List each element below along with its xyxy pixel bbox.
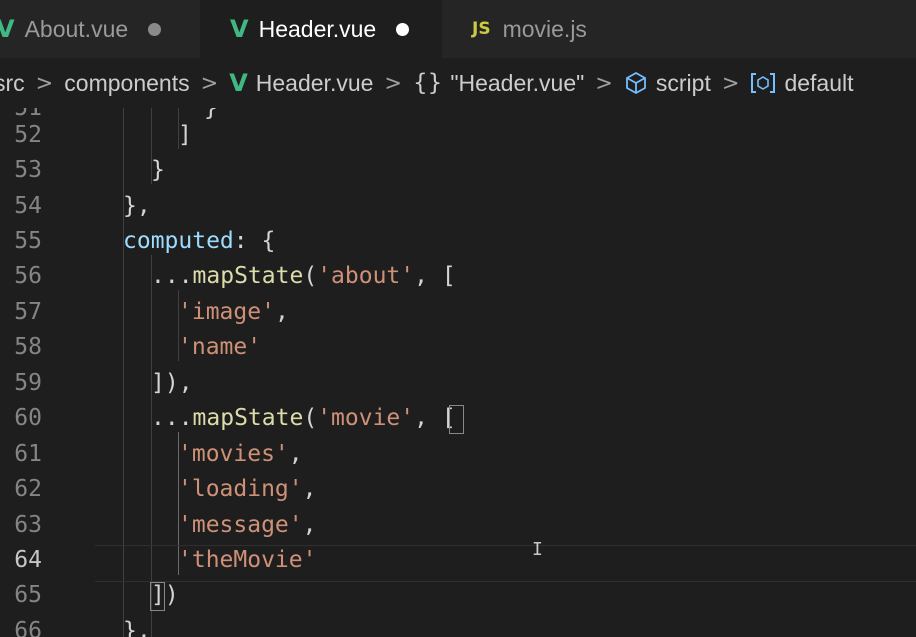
code-text: ]), xyxy=(151,370,193,396)
line-number: 52 xyxy=(14,122,42,148)
breadcrumb-item-src[interactable]: src xyxy=(0,70,25,97)
code-text: ...mapState('movie', [ xyxy=(151,405,456,431)
line-number: 64 xyxy=(14,547,42,573)
code-text: 'name' xyxy=(178,334,262,360)
code-line: 54 }, xyxy=(0,189,916,224)
code-line: 63 'message', xyxy=(0,508,916,543)
code-text: computed: { xyxy=(123,228,276,254)
code-line: 66 }, xyxy=(0,614,916,637)
vue-icon: V xyxy=(229,69,248,97)
tab-header-vue[interactable]: V Header.vue xyxy=(200,0,442,58)
line-number: 53 xyxy=(14,157,42,183)
variable-icon xyxy=(751,73,776,93)
line-number: 61 xyxy=(14,441,42,467)
code-text: ] xyxy=(178,122,192,148)
code-line: 61 'movies', xyxy=(0,437,916,472)
code-text: 'loading', xyxy=(178,476,317,502)
vue-icon: V xyxy=(0,15,15,43)
breadcrumb-label: default xyxy=(784,69,854,96)
chevron-right-icon: > xyxy=(384,71,403,95)
breadcrumb-label: Header.vue xyxy=(255,69,374,96)
chevron-right-icon: > xyxy=(595,71,613,95)
code-text: 'image', xyxy=(178,299,289,325)
code-line: 52 ] xyxy=(0,118,916,153)
breadcrumb-label: "Header.vue" xyxy=(450,69,585,96)
code-text: 'theMovie' xyxy=(178,547,317,573)
line-number: 66 xyxy=(14,618,42,637)
line-number: 58 xyxy=(14,334,42,360)
code-line: 55 computed: { xyxy=(0,224,916,259)
breadcrumb-label: components xyxy=(64,69,190,96)
bracket-match-highlight xyxy=(150,582,165,611)
bracket-match-highlight xyxy=(449,405,464,434)
breadcrumb-item-default[interactable]: default xyxy=(750,69,854,97)
modified-dot-icon[interactable] xyxy=(396,22,410,36)
js-icon: JS xyxy=(472,19,491,39)
code-line: 56 ...mapState('about', [ xyxy=(0,259,916,294)
tab-label: About.vue xyxy=(24,15,129,42)
code-line: 57 'image', xyxy=(0,295,916,330)
code-editor[interactable]: 51 } 52 ] 53 } 54 }, 55 computed: { 56 .… xyxy=(0,108,916,637)
line-number: 54 xyxy=(14,193,42,219)
tab-about-vue[interactable]: V About.vue xyxy=(0,0,200,58)
breadcrumb: src > components > V Header.vue > {} "He… xyxy=(0,58,916,108)
breadcrumb-item-module[interactable]: {} "Header.vue" xyxy=(413,70,584,97)
breadcrumb-item-script[interactable]: script xyxy=(624,70,711,97)
code-text: }, xyxy=(123,618,151,637)
line-number: 57 xyxy=(14,299,42,325)
code-line: 62 'loading', xyxy=(0,472,916,507)
line-number: 63 xyxy=(14,512,42,538)
code-line: 59 ]), xyxy=(0,366,916,401)
vue-icon: V xyxy=(230,15,249,43)
code-text: 'movies', xyxy=(178,441,303,467)
breadcrumb-item-file[interactable]: V Header.vue xyxy=(229,69,373,97)
line-number: 55 xyxy=(14,228,42,254)
code-line-current: 64 'theMovie' xyxy=(0,543,916,578)
tab-movie-js[interactable]: JS movie.js xyxy=(442,0,680,58)
line-number: 56 xyxy=(14,263,42,289)
breadcrumb-item-components[interactable]: components xyxy=(64,70,189,97)
chevron-right-icon: > xyxy=(721,71,740,95)
code-text: }, xyxy=(123,193,151,219)
breadcrumb-label: script xyxy=(655,69,711,96)
breadcrumb-label: src xyxy=(0,69,25,96)
line-number: 65 xyxy=(14,582,42,608)
line-number: 59 xyxy=(14,370,42,396)
braces-icon: {} xyxy=(413,70,443,96)
tab-label: Header.vue xyxy=(258,15,377,42)
code-text: 'message', xyxy=(178,512,317,538)
modified-dot-icon[interactable] xyxy=(148,22,162,36)
cube-icon xyxy=(625,71,646,95)
code-line: 58 'name' xyxy=(0,330,916,365)
code-text: } xyxy=(151,157,165,183)
line-number: 60 xyxy=(14,405,42,431)
tab-bar: V About.vue V Header.vue JS movie.js xyxy=(0,0,916,58)
text-cursor-icon: Ι xyxy=(532,539,543,560)
code-text: ...mapState('about', [ xyxy=(151,263,456,289)
line-number: 62 xyxy=(14,476,42,502)
chevron-right-icon: > xyxy=(200,71,219,95)
tab-label: movie.js xyxy=(502,15,587,42)
chevron-right-icon: > xyxy=(35,71,54,95)
code-line: 53 } xyxy=(0,153,916,188)
code-line: 65 ]) xyxy=(0,578,916,613)
